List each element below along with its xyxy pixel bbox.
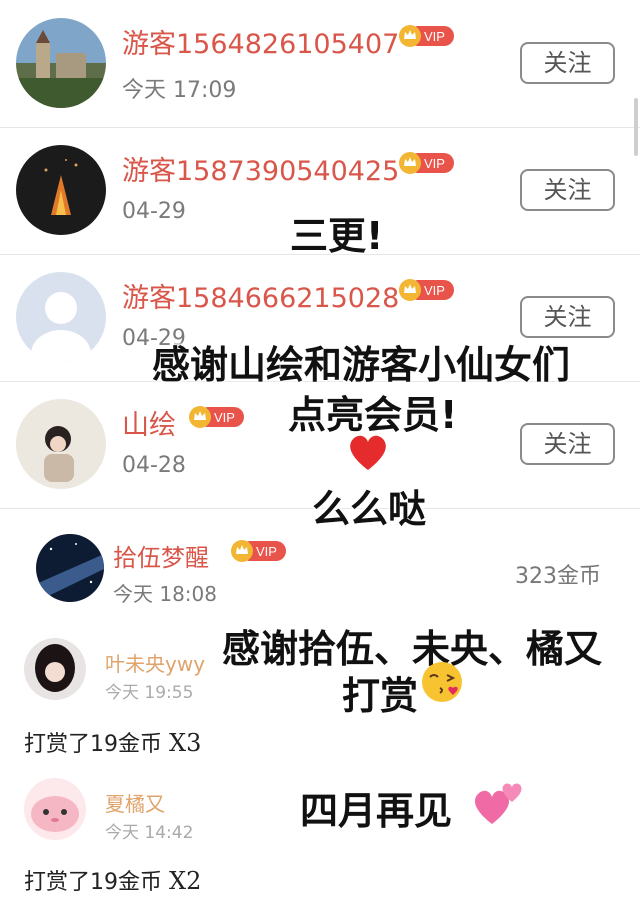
overlay-line: 么么哒 [312,487,427,531]
avatar[interactable] [16,145,106,235]
follower-name: 游客1564826105407 [122,29,400,60]
svg-text:VIP: VIP [424,29,445,44]
overlay-line: 感谢山绘和游客小仙女们 [152,343,571,387]
avatar[interactable] [36,534,104,602]
coin-time: 今天 18:08 [113,582,217,606]
scrollbar[interactable] [634,98,638,156]
svg-text:VIP: VIP [256,544,277,559]
follow-time: 04-29 [122,199,186,224]
overlay-line: 打赏 [342,674,419,718]
gift-user-name: 叶未央ywy [105,652,206,676]
gift-user-name: 夏橘又 [105,792,165,816]
gift-text: 打赏了19金币 X2 [24,867,202,895]
svg-text:VIP: VIP [424,156,445,171]
gift-text: 打赏了19金币 X3 [24,729,202,757]
follow-button[interactable]: 关注 [520,423,615,465]
overlay-line: 点亮会员! [288,393,458,437]
heart-icon [350,435,386,470]
follow-button[interactable]: 关注 [520,42,615,84]
avatar[interactable] [24,778,86,840]
vip-badge: VIP [231,540,286,562]
two-hearts-icon [474,783,522,824]
follower-name: 山绘 [122,410,176,441]
svg-text:VIP: VIP [424,283,445,298]
coin-amount: 323金币 [515,564,601,589]
coin-user-name: 拾伍梦醒 [113,544,209,572]
avatar[interactable] [16,399,106,489]
avatar[interactable] [16,272,106,362]
vip-badge: VIP [399,25,454,47]
kiss-emoji-icon [422,662,462,702]
follow-time: 04-28 [122,453,186,478]
follower-name: 游客1587390540425 [122,156,400,187]
vip-badge: VIP [399,279,454,301]
vip-badge: VIP [189,406,244,428]
follower-row[interactable]: 游客1564826105407 VIP 今天 17:09 关注 [0,0,640,128]
gift-time: 今天 14:42 [105,823,194,843]
avatar[interactable] [24,638,86,700]
follower-name: 游客1584666215028 [122,283,400,314]
overlay-line: 三更! [290,214,384,258]
vip-badge: VIP [399,152,454,174]
gift-time: 今天 19:55 [105,683,194,703]
avatar[interactable] [16,18,106,108]
overlay-line: 四月再见 [300,789,453,833]
follow-button[interactable]: 关注 [520,296,615,338]
follow-button[interactable]: 关注 [520,169,615,211]
svg-text:VIP: VIP [214,410,235,425]
follow-time: 今天 17:09 [122,78,237,103]
